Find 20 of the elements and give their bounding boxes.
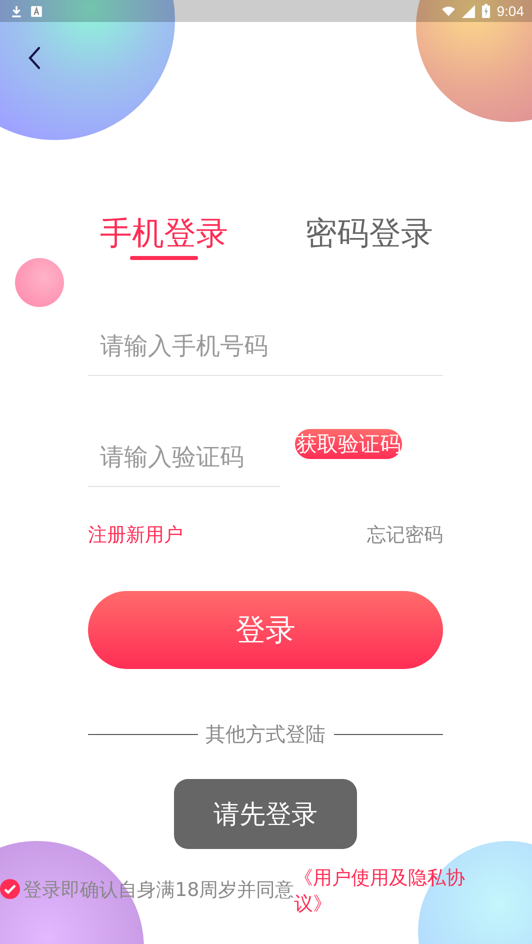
signal-icon <box>462 4 475 18</box>
login-tab[interactable]: 手机登录 <box>100 212 228 260</box>
font-icon <box>30 4 43 18</box>
agreement-link[interactable]: 《用户使用及隐私协议》 <box>294 865 480 917</box>
login-tab[interactable]: 密码登录 <box>305 212 433 260</box>
checkbox[interactable] <box>0 879 20 899</box>
circle-decoration <box>15 258 64 307</box>
register-link[interactable]: 注册新用户 <box>88 523 183 547</box>
back-icon[interactable] <box>28 46 42 70</box>
forgot-password-link[interactable]: 忘记密码 <box>367 523 443 547</box>
toast-message: 请先登录 <box>174 779 357 849</box>
download-icon <box>10 4 23 18</box>
code-input-field[interactable]: 请输入验证码 <box>88 427 280 487</box>
phone-input-field[interactable]: 请输入手机号码 <box>88 316 443 376</box>
agreement-text: 登录即确认自身满18周岁并同意 <box>23 878 294 901</box>
wifi-icon <box>442 4 455 18</box>
get-code-button[interactable]: 获取验证码 <box>295 429 402 459</box>
other-login-label: 其他方式登陆 <box>206 721 326 748</box>
clock-time: 9:04 <box>496 3 524 19</box>
login-button[interactable]: 登录 <box>88 591 443 669</box>
